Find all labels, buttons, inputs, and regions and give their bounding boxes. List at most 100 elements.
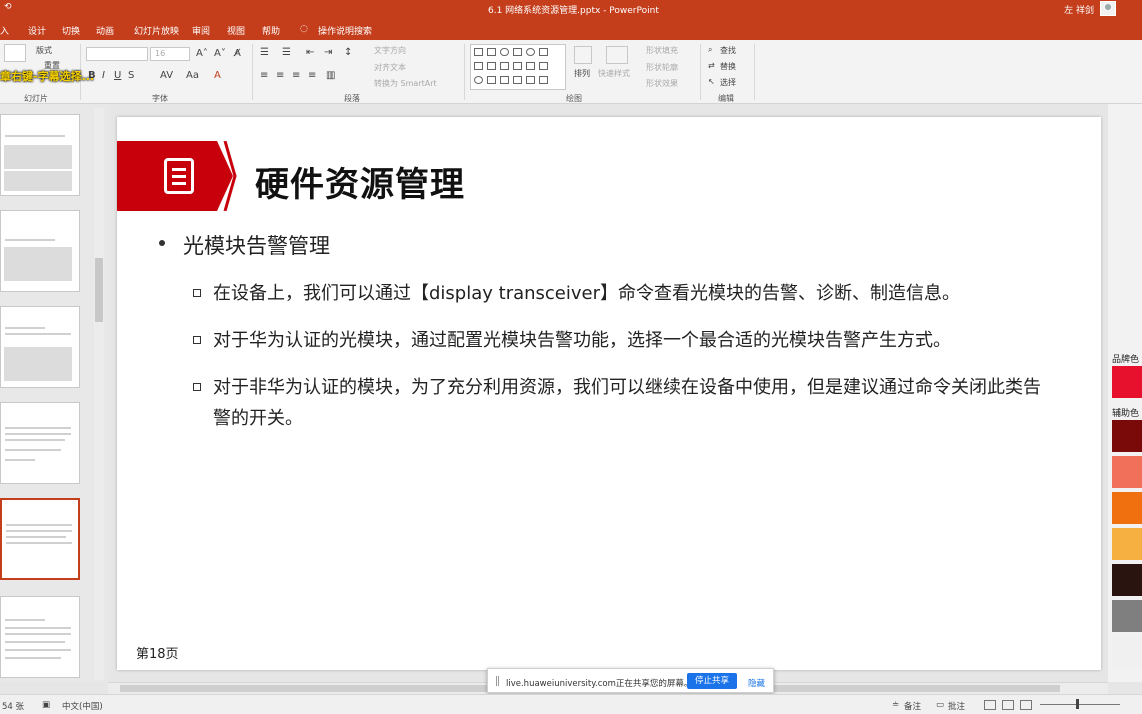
stop-sharing-button[interactable]: 停止共享 [687,673,737,689]
shape-effects-button[interactable]: 形状效果 [646,78,678,89]
color-swatch[interactable] [1112,636,1142,668]
tab-transitions[interactable]: 切换 [62,24,80,37]
slide-thumbnail[interactable] [0,306,80,388]
align-right-icon[interactable]: ≡ [292,70,300,81]
comments-button[interactable]: 批注 [948,700,965,712]
quick-styles-button[interactable]: 快速样式 [598,68,630,79]
font-size-box[interactable]: 16 [150,47,190,61]
justify-icon[interactable]: ≡ [308,70,316,81]
text-direction-button[interactable]: 文字方向 [374,45,406,56]
thumbnails-scrollbar[interactable] [94,108,104,680]
color-swatch[interactable] [1112,366,1142,398]
slide-thumbnail[interactable] [0,596,80,678]
shape-fill-button[interactable]: 形状填充 [646,45,678,56]
shadow-icon[interactable]: S [128,70,134,81]
drag-handle-icon[interactable] [496,676,499,686]
hide-button[interactable]: 隐藏 [748,677,765,689]
color-swatch[interactable] [1112,420,1142,452]
tab-review[interactable]: 审阅 [192,24,210,37]
slide-title[interactable]: 硬件资源管理 [255,157,465,206]
user-name[interactable]: 左 祥剑 [1064,3,1094,16]
shapes-gallery[interactable] [470,44,566,90]
arrange-icon[interactable] [574,46,592,64]
find-button[interactable]: 查找 [720,45,736,56]
tab-design[interactable]: 设计 [28,24,46,37]
window-title: 6.1 网络系统资源管理.pptx - PowerPoint [488,6,659,16]
select-icon: ↖ [708,77,715,86]
language[interactable]: 中文(中国) [62,700,103,712]
spellcheck-icon[interactable]: ▣ [42,700,50,710]
sub-bullet-marker [193,336,201,344]
color-swatch[interactable] [1112,528,1142,560]
smartart-button[interactable]: 转换为 SmartArt [374,78,437,89]
font-color-icon[interactable]: A [214,70,221,81]
zoom-slider-knob[interactable] [1076,699,1079,709]
tab-help[interactable]: 帮助 [262,24,280,37]
sub-bullet-marker [193,289,201,297]
bullet-text[interactable]: 光模块告警管理 [183,230,330,260]
ribbon-separator [700,44,701,100]
indent-icon[interactable]: ⇤ [306,47,314,58]
align-center-icon[interactable]: ≡ [276,70,284,81]
shrink-font-icon[interactable]: A˅ [214,48,226,59]
underline-icon[interactable]: U [114,70,121,81]
bullets-icon[interactable]: ☰ [260,47,269,58]
shape-outline-button[interactable]: 形状轮廓 [646,62,678,73]
slide-thumbnail[interactable] [0,114,80,196]
new-slide-icon[interactable] [4,44,26,62]
arrange-button[interactable]: 排列 [574,68,590,79]
numbering-icon[interactable]: ☰ [282,47,291,58]
reading-view-icon[interactable] [1020,700,1032,710]
layout-button[interactable]: 版式 [36,45,52,56]
tab-animations[interactable]: 动画 [96,24,114,37]
columns-icon[interactable]: ▥ [326,70,335,81]
color-swatch[interactable] [1112,600,1142,632]
slide-canvas[interactable]: 硬件资源管理 光模块告警管理 在设备上，我们可以通过【display trans… [117,117,1101,670]
color-swatch[interactable] [1112,564,1142,596]
slide-sorter-icon[interactable] [1002,700,1014,710]
sub-bullet-marker [193,383,201,391]
avatar[interactable] [1100,1,1116,16]
scrollbar-thumb[interactable] [95,258,103,322]
sub-bullet-text[interactable]: 在设备上，我们可以通过【display transceiver】命令查看光模块的… [213,278,1053,309]
clear-format-icon[interactable]: A̸ [234,48,241,59]
status-bar: 54 张 ▣ 中文(中国) ≐ 备注 ▭ 批注 [0,694,1142,714]
ribbon-separator [252,44,253,100]
char-spacing-icon[interactable]: AV [160,70,173,81]
slide-thumbnail[interactable] [0,402,80,484]
aux-color-label: 辅助色 [1112,409,1140,419]
tab-slideshow[interactable]: 幻灯片放映 [134,24,179,37]
sub-bullet-text[interactable]: 对于非华为认证的模块，为了充分利用资源，我们可以继续在设备中使用，但是建议通过命… [213,372,1043,434]
italic-icon[interactable]: I [102,70,105,81]
align-left-icon[interactable]: ≡ [260,70,268,81]
group-label-paragraph: 段落 [344,94,360,103]
tab-insert[interactable]: 入 [0,24,9,37]
screen-share-notification: live.huaweiuniversity.com正在共享您的屏幕。 停止共享 … [487,668,774,693]
color-swatch[interactable] [1112,492,1142,524]
notes-button[interactable]: 备注 [904,700,921,712]
tell-me-search[interactable]: 操作说明搜索 [318,24,372,37]
slide-thumbnail-active[interactable] [0,498,80,580]
tab-view[interactable]: 视图 [227,24,245,37]
zoom-slider[interactable] [1040,704,1120,705]
normal-view-icon[interactable] [984,700,996,710]
align-text-button[interactable]: 对齐文本 [374,62,406,73]
line-spacing-icon[interactable]: ↕ [344,47,352,58]
outdent-icon[interactable]: ⇥ [324,47,332,58]
color-swatch[interactable] [1112,456,1142,488]
title-chevron-outline [223,141,237,211]
ribbon: 版式 重置 幻灯片 16 A˄ A˅ A̸ B I U S AV Aa A 字体… [0,40,1142,104]
replace-button[interactable]: 替换 [720,61,736,72]
sub-bullet-text[interactable]: 对于华为认证的光模块，通过配置光模块告警功能，选择一个最合适的光模块告警产生方式… [213,325,1053,356]
change-case-icon[interactable]: Aa [186,70,199,81]
quick-access-icon[interactable]: ⟲ [4,2,12,12]
select-button[interactable]: 选择 [720,77,736,88]
group-label-editing: 编辑 [718,94,734,103]
quick-styles-icon[interactable] [606,46,628,64]
slide-thumbnail[interactable] [0,210,80,292]
grow-font-icon[interactable]: A˄ [196,48,208,59]
brand-color-label: 品牌色 [1112,355,1140,365]
font-name-box[interactable] [86,47,148,61]
bullet-dot [159,240,165,246]
title-bar: ⟲ 6.1 网络系统资源管理.pptx - PowerPoint 左 祥剑 [0,0,1142,18]
